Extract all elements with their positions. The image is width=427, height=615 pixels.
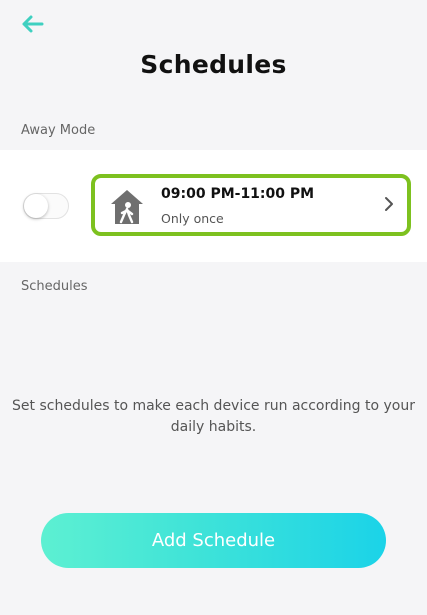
house-person-icon [111, 190, 143, 224]
back-button[interactable] [18, 12, 46, 36]
away-mode-section-label: Away Mode [21, 123, 96, 138]
away-mode-card: 09:00 PM-11:00 PM Only once [0, 150, 427, 262]
schedules-section-label: Schedules [21, 279, 88, 294]
chevron-right-icon [385, 197, 393, 211]
page-title: Schedules [140, 50, 287, 79]
schedule-repeat: Only once [161, 211, 224, 226]
away-mode-toggle[interactable] [23, 193, 69, 219]
toggle-knob [24, 194, 48, 218]
empty-schedules-message: Set schedules to make each device run ac… [12, 398, 415, 435]
away-mode-schedule-item[interactable]: 09:00 PM-11:00 PM Only once [91, 174, 411, 236]
add-schedule-button[interactable]: Add Schedule [41, 513, 386, 568]
schedule-time-range: 09:00 PM-11:00 PM [161, 186, 315, 202]
arrow-left-icon [22, 15, 44, 33]
